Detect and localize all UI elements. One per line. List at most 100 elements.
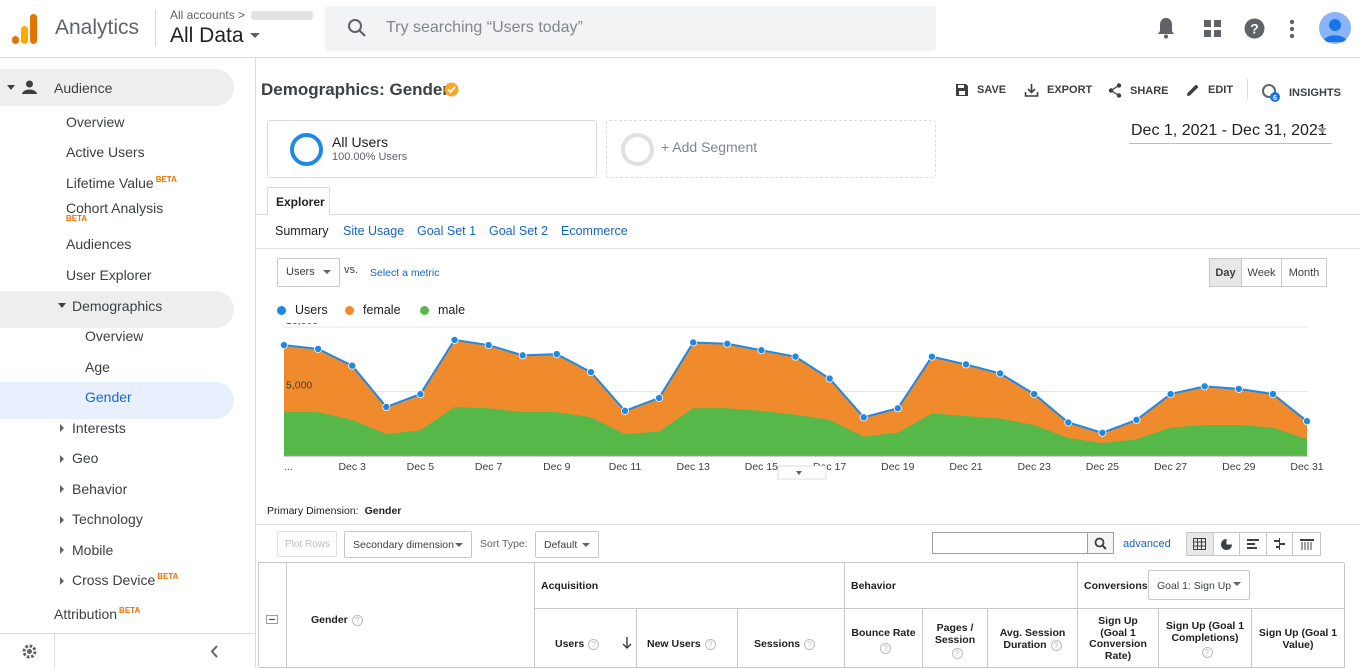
- caret-down-icon[interactable]: [7, 85, 15, 90]
- add-segment-label: + Add Segment: [661, 139, 758, 155]
- comparison-icon: [1274, 538, 1286, 550]
- pivot-icon: [1299, 539, 1314, 550]
- export-button[interactable]: EXPORT: [1024, 83, 1092, 97]
- users-point: [655, 393, 664, 402]
- insights-icon: 6: [1262, 84, 1280, 102]
- subtab-summary[interactable]: Summary: [275, 224, 328, 238]
- share-button[interactable]: SHARE: [1108, 83, 1169, 98]
- chevron-down-icon[interactable]: [1317, 128, 1327, 133]
- help-icon[interactable]: ?: [1244, 18, 1265, 39]
- caret-right-icon[interactable]: [60, 546, 64, 554]
- subtab-goal-set-1[interactable]: Goal Set 1: [417, 224, 476, 238]
- caret-right-icon[interactable]: [60, 577, 64, 585]
- collapse-left-icon[interactable]: [210, 645, 219, 658]
- chart-expand-handle: [777, 465, 827, 480]
- sidebar-item-overview[interactable]: Overview: [66, 114, 124, 130]
- goal-value-col-label: Sign Up (Goal 1 Value): [1258, 627, 1338, 651]
- add-segment-button[interactable]: + Add Segment: [606, 120, 936, 178]
- secondary-dimension-select[interactable]: Secondary dimension: [344, 531, 472, 558]
- x-tick-label: Dec 3: [338, 461, 366, 473]
- sidebar-item-lifetime-value[interactable]: Lifetime Value BETA: [66, 175, 177, 191]
- insights-button[interactable]: 6 INSIGHTS: [1261, 83, 1341, 103]
- table-filter-input[interactable]: [932, 532, 1088, 554]
- sidebar-item-user-explorer[interactable]: User Explorer: [66, 267, 152, 283]
- sort-arrow-down-icon[interactable]: [622, 637, 632, 649]
- comparison-view-button[interactable]: [1267, 533, 1294, 555]
- sidebar-item-interests[interactable]: Interests: [72, 420, 126, 436]
- apps-grid-icon[interactable]: [1204, 20, 1221, 37]
- sidebar-item-age[interactable]: Age: [85, 359, 110, 375]
- caret-right-icon[interactable]: [60, 424, 64, 432]
- conversions-label: Conversions: [1084, 580, 1148, 592]
- help-icon: ?: [704, 638, 716, 650]
- pivot-view-button[interactable]: [1293, 533, 1320, 555]
- sidebar-item-demographics[interactable]: Demographics: [72, 298, 162, 314]
- caret-right-icon[interactable]: [60, 485, 64, 493]
- period-week-button[interactable]: Week: [1241, 258, 1282, 287]
- select-metric-link[interactable]: Select a metric: [370, 267, 439, 279]
- segment-ring-icon: [290, 133, 323, 166]
- plot-rows-button[interactable]: Plot Rows: [277, 531, 337, 557]
- advanced-filter-link[interactable]: advanced: [1123, 538, 1171, 550]
- table-view-button[interactable]: [1187, 533, 1214, 555]
- notifications-bell-icon[interactable]: [1157, 17, 1175, 39]
- sidebar-item-behavior[interactable]: Behavior: [72, 481, 127, 497]
- col-header-new-users[interactable]: New Users?: [637, 609, 738, 668]
- sidebar-item-audiences[interactable]: Audiences: [66, 236, 131, 252]
- period-month-button[interactable]: Month: [1281, 258, 1327, 287]
- verified-badge-icon: [444, 82, 459, 97]
- more-vert-icon[interactable]: [1289, 19, 1295, 39]
- analytics-logo[interactable]: [12, 14, 38, 44]
- subtab-ecommerce[interactable]: Ecommerce: [561, 224, 628, 238]
- filter-search-button[interactable]: [1088, 532, 1114, 554]
- sidebar-item-active-users[interactable]: Active Users: [66, 144, 145, 160]
- sidebar-item-gender[interactable]: Gender: [85, 389, 132, 405]
- date-range-picker[interactable]: Dec 1, 2021 - Dec 31, 2021: [1131, 122, 1327, 140]
- sidebar-item-geo[interactable]: Geo: [72, 450, 98, 466]
- segment-all-users[interactable]: All Users 100.00% Users: [267, 120, 597, 178]
- chevron-down-icon[interactable]: [250, 33, 260, 38]
- primary-dimension-value[interactable]: Gender: [365, 505, 402, 517]
- account-avatar[interactable]: [1319, 12, 1351, 44]
- sidebar-item-cross-device[interactable]: Cross Device BETA: [72, 572, 178, 588]
- bar-view-button[interactable]: [1240, 533, 1267, 555]
- col-header-goal-conversion-rate[interactable]: Sign Up (Goal 1 Conversion Rate): [1078, 609, 1159, 668]
- col-header-goal-completions[interactable]: Sign Up (Goal 1 Completions)?: [1159, 609, 1252, 668]
- period-day-button[interactable]: Day: [1209, 258, 1242, 287]
- pie-chart-icon: [1220, 538, 1232, 550]
- collapse-all-checkbox[interactable]: [266, 615, 278, 624]
- sidebar-item-mobile[interactable]: Mobile: [72, 542, 113, 558]
- sidebar-item-audience[interactable]: Audience: [54, 80, 112, 96]
- users-point: [689, 338, 698, 347]
- legend-users-label: Users: [295, 303, 328, 317]
- search-bar[interactable]: Try searching “Users today”: [325, 6, 936, 51]
- edit-button[interactable]: EDIT: [1186, 83, 1233, 97]
- help-icon: ?: [1050, 639, 1062, 651]
- sidebar-item-demo-overview[interactable]: Overview: [85, 328, 143, 344]
- sidebar-item-attribution[interactable]: Attribution BETA: [54, 606, 140, 622]
- metric-select[interactable]: Users: [277, 258, 340, 287]
- tab-explorer[interactable]: Explorer: [267, 187, 330, 215]
- col-header-avg-session-duration[interactable]: Avg. Session Duration?: [988, 609, 1078, 668]
- sidebar-item-technology[interactable]: Technology: [72, 511, 143, 527]
- col-header-goal-value[interactable]: Sign Up (Goal 1 Value): [1252, 609, 1345, 668]
- subtab-site-usage[interactable]: Site Usage: [343, 224, 404, 238]
- caret-right-icon[interactable]: [60, 516, 64, 524]
- view-selector[interactable]: All Data: [170, 24, 244, 48]
- subtab-goal-set-2[interactable]: Goal Set 2: [489, 224, 548, 238]
- pie-view-button[interactable]: [1214, 533, 1241, 555]
- goal-select[interactable]: Goal 1: Sign Up: [1148, 570, 1250, 600]
- pencil-icon: [1187, 84, 1199, 96]
- col-header-users[interactable]: Users?: [535, 609, 637, 668]
- col-header-sessions[interactable]: Sessions?: [738, 609, 845, 668]
- save-button[interactable]: SAVE: [955, 83, 1006, 97]
- account-breadcrumb[interactable]: All accounts >: [170, 8, 314, 22]
- caret-down-icon[interactable]: [58, 303, 66, 308]
- col-header-pages-session[interactable]: Pages / Session?: [923, 609, 988, 668]
- caret-right-icon[interactable]: [60, 455, 64, 463]
- subtab-divider: [256, 248, 1360, 249]
- sort-type-select[interactable]: Default: [535, 531, 599, 558]
- col-header-gender[interactable]: Gender?: [287, 563, 535, 668]
- col-header-bounce-rate[interactable]: Bounce Rate?: [845, 609, 923, 668]
- gear-icon[interactable]: [21, 643, 38, 660]
